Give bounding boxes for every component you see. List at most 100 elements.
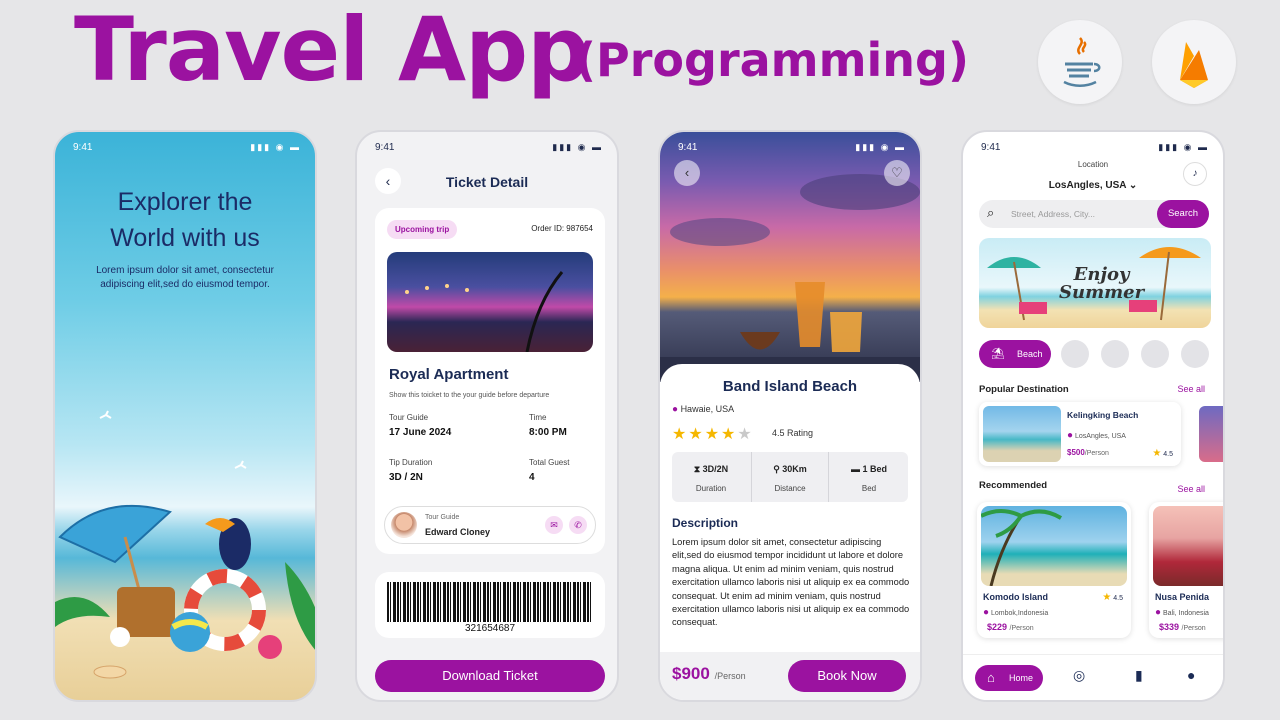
star-icon: ★ (672, 426, 689, 443)
bell-icon[interactable]: ♪ (1183, 162, 1207, 186)
stat-distance-value: 30Km (782, 464, 807, 474)
bottom-nav: ⌂ Home ◎ ▮ ● (963, 654, 1223, 700)
recommended-photo (980, 506, 1127, 587)
location-text: Hawaie, USA (680, 404, 735, 414)
recommended-price-unit: /Person (1181, 625, 1206, 632)
recommended-price: $339 /Person (1159, 622, 1206, 632)
price: $900 /Person (672, 664, 746, 684)
star-icon: ★ (704, 426, 722, 443)
location-pin-icon: ● (1067, 430, 1074, 441)
detail-screen: 9:41 ▮▮▮ ◉ ▬ ‹ ♡ Band Island Beach ● Haw… (658, 130, 922, 702)
booking-footer: $900 /Person Book Now (660, 652, 920, 700)
compass-icon[interactable]: ◎ (1073, 667, 1085, 684)
beach-icon: ⛱ (991, 348, 1005, 360)
popular-see-all-link[interactable]: See all (1177, 384, 1205, 394)
popular-card[interactable]: Kelingking Beach ● LosAngles, USA $500/P… (979, 402, 1181, 466)
popular-card-next[interactable] (1199, 406, 1223, 462)
category-beach-label: Beach (1017, 349, 1043, 359)
price-unit: /Person (714, 671, 746, 681)
stat-value: ⚲ 30Km (752, 464, 828, 475)
time-label: Time (529, 413, 547, 422)
avatar (391, 512, 417, 538)
category-beach[interactable]: ⛱ Beach (979, 340, 1051, 368)
status-time: 9:41 (678, 142, 698, 153)
category-desert-icon[interactable] (1141, 340, 1169, 368)
home-screen: 9:41 ▮▮▮ ◉ ▬ Location LosAngles, USA ⌄ ♪… (961, 130, 1225, 702)
profile-icon[interactable]: ● (1187, 667, 1195, 683)
phone-icon[interactable]: ✆ (569, 516, 587, 534)
book-now-button[interactable]: Book Now (788, 660, 906, 692)
banner-text: Enjoy Summer (1059, 266, 1144, 302)
status-icons: ▮▮▮ ◉ ▬ (1158, 142, 1209, 152)
time-value: 8:00 PM (529, 427, 567, 438)
recommended-card[interactable]: Nusa Penida ● Bali, Indonesia $339 /Pers… (1149, 502, 1223, 638)
download-ticket-button[interactable]: Download Ticket (375, 660, 605, 692)
status-bar: 9:41 ▮▮▮ ◉ ▬ (963, 132, 1223, 160)
palm-illustration (980, 509, 1063, 587)
status-bar: 9:41 ▮▮▮ ◉ ▬ (357, 132, 617, 160)
location-pin-icon: ● (672, 404, 679, 415)
headline-subtitle: (Programming) (575, 33, 970, 87)
star-icon: ★ (688, 426, 705, 443)
guest-label: Total Guest (529, 458, 570, 467)
stat-duration-label: Duration (695, 484, 727, 493)
recommended-location: ● Bali, Indonesia (1155, 607, 1209, 618)
ticket-screen: 9:41 ▮▮▮ ◉ ▬ ‹ Ticket Detail Upcoming tr… (355, 130, 619, 702)
trip-status-badge: Upcoming trip (387, 220, 458, 239)
barcode-number: 321654687 (464, 623, 516, 634)
stat-duration-value: 3D/2N (702, 464, 729, 474)
search-input[interactable]: Street, Address, City... (1011, 209, 1095, 219)
star-icon: ★ (737, 426, 754, 443)
popular-price-value: $500 (1067, 448, 1085, 457)
stats-box: ⧗ 3D/2N Duration ⚲ 30Km Distance ▬ 1 Bed… (672, 452, 908, 502)
order-id: Order ID: 987654 (531, 224, 593, 233)
tour-guide-label: Tour Guide (389, 413, 429, 422)
status-time: 9:41 (981, 142, 1001, 153)
headline-title: Travel App (74, 0, 590, 101)
recommended-see-all-link[interactable]: See all (1177, 484, 1205, 494)
location-pin-icon: ● (1155, 607, 1162, 618)
rating-text: 4.5 Rating (772, 428, 814, 438)
hourglass-icon: ⧗ (693, 464, 701, 474)
java-icon (1038, 20, 1122, 104)
photo-lights (405, 271, 564, 352)
stat-bed-label: Bed (861, 484, 877, 493)
bookmark-icon[interactable]: ▮ (1135, 667, 1143, 684)
popular-rating-value: 4.5 (1163, 451, 1173, 458)
star-icon: ★ (1102, 592, 1112, 603)
popular-photo (983, 406, 1061, 462)
place-name: Royal Apartment (389, 366, 509, 383)
category-forest-icon[interactable] (1061, 340, 1089, 368)
summer-banner[interactable]: Enjoy Summer (979, 238, 1211, 328)
recommended-card[interactable]: Komodo Island ★ 4.5 ● Lombok,Indonesia $… (977, 502, 1131, 638)
popular-price-unit: /Person (1084, 450, 1109, 457)
guide-row[interactable]: Tour Guide Edward Cloney ✉ ✆ (384, 506, 596, 544)
barcode-card: 321654687 (375, 572, 605, 638)
category-island-icon[interactable] (1101, 340, 1129, 368)
category-mountain-icon[interactable] (1181, 340, 1209, 368)
guest-value: 4 (529, 472, 535, 483)
search-button[interactable]: Search (1157, 200, 1209, 228)
recommended-location-text: Lombok,Indonesia (991, 610, 1049, 617)
back-button[interactable]: ‹ (674, 160, 700, 186)
message-icon[interactable]: ✉ (545, 516, 563, 534)
popular-location: ● LosAngles, USA (1067, 430, 1126, 441)
recommended-name: Nusa Penida (1155, 592, 1210, 602)
location-selector[interactable]: LosAngles, USA ⌄ (963, 180, 1223, 191)
place-location: ● Hawaie, USA (672, 404, 734, 415)
nav-home[interactable]: ⌂ Home (975, 665, 1043, 691)
rating-stars: ★★★★★ (672, 424, 754, 444)
home-icon: ⌂ (987, 670, 995, 685)
firebase-icon (1152, 20, 1236, 104)
stat-distance-label: Distance (774, 484, 806, 493)
recommended-price: $229 /Person (987, 622, 1034, 632)
screen-title: Ticket Detail (445, 174, 529, 190)
nav-home-label: Home (1009, 673, 1034, 683)
recommended-photo (1153, 506, 1223, 586)
description-text: Lorem ipsum dolor sit amet, consectetur … (672, 537, 910, 628)
recommended-rating-value: 4.5 (1113, 595, 1123, 602)
favorite-heart-icon[interactable]: ♡ (884, 160, 910, 186)
price-value: $900 (672, 664, 710, 683)
popular-rating: ★ 4.5 (1152, 448, 1173, 459)
status-icons: ▮▮▮ ◉ ▬ (855, 142, 906, 152)
